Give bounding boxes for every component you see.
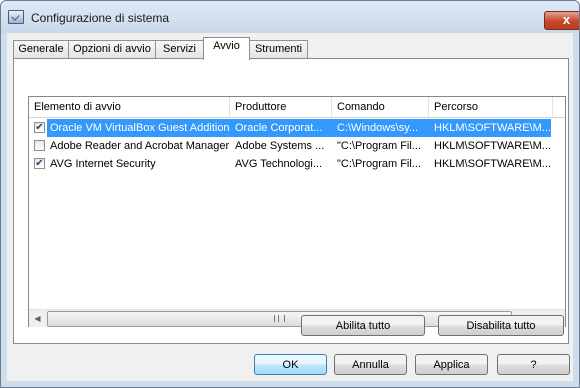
row-checkbox[interactable]: ✔ bbox=[34, 158, 45, 169]
tab-avvio[interactable]: Avvio bbox=[203, 37, 250, 60]
location-cell: HKLM\SOFTWARE\M... bbox=[434, 140, 551, 152]
dialog-client-area: Generale Opzioni di avvio Servizi Avvio … bbox=[7, 33, 573, 381]
location-cell: HKLM\SOFTWARE\M... bbox=[434, 158, 551, 170]
tab-strumenti[interactable]: Strumenti bbox=[249, 40, 308, 59]
disable-all-button[interactable]: Disabilita tutto bbox=[438, 315, 564, 336]
startup-item-name: Adobe Reader and Acrobat Manager bbox=[50, 140, 230, 152]
row-checkbox[interactable] bbox=[34, 140, 45, 151]
tab-servizi[interactable]: Servizi bbox=[155, 40, 204, 59]
command-cell: "C:\Program Fil... bbox=[337, 140, 421, 152]
close-button[interactable]: x bbox=[544, 11, 579, 30]
command-cell: "C:\Program Fil... bbox=[337, 158, 421, 170]
apply-button[interactable]: Applica bbox=[415, 354, 488, 375]
window-title: Configurazione di sistema bbox=[31, 11, 170, 25]
startup-tab-panel: Elemento di avvio Produttore Comando Per… bbox=[13, 58, 569, 344]
startup-item-name: Oracle VM VirtualBox Guest Additions bbox=[47, 119, 230, 137]
table-row[interactable]: Adobe Reader and Acrobat Manager Adobe S… bbox=[29, 137, 553, 155]
scroll-left-icon[interactable]: ◀ bbox=[29, 310, 46, 327]
command-cell: C:\Windows\sy... bbox=[332, 119, 429, 137]
help-button[interactable]: ? bbox=[497, 354, 570, 375]
column-header-manufacturer[interactable]: Produttore bbox=[230, 97, 332, 117]
ok-button[interactable]: OK bbox=[254, 354, 327, 375]
column-header-command[interactable]: Comando bbox=[332, 97, 429, 117]
startup-items-list[interactable]: Elemento di avvio Produttore Comando Per… bbox=[28, 96, 566, 327]
tab-opzioni-di-avvio[interactable]: Opzioni di avvio bbox=[68, 40, 156, 59]
enable-all-button[interactable]: Abilita tutto bbox=[301, 315, 425, 336]
startup-item-name: AVG Internet Security bbox=[50, 158, 156, 170]
title-bar[interactable]: Configurazione di sistema x bbox=[1, 1, 579, 33]
location-cell: HKLM\SOFTWARE\M... bbox=[429, 119, 551, 137]
cancel-button[interactable]: Annulla bbox=[334, 354, 407, 375]
msconfig-app-icon bbox=[8, 10, 24, 24]
table-row[interactable]: ✔ AVG Internet Security AVG Technologi..… bbox=[29, 155, 553, 173]
grip-icon bbox=[274, 315, 285, 322]
column-header-location[interactable]: Percorso bbox=[429, 97, 553, 117]
table-row[interactable]: ✔ Oracle VM VirtualBox Guest Additions O… bbox=[29, 119, 553, 137]
column-header-startup-item[interactable]: Elemento di avvio bbox=[29, 97, 230, 117]
manufacturer-cell: Adobe Systems ... bbox=[235, 140, 325, 152]
list-header: Elemento di avvio Produttore Comando Per… bbox=[29, 97, 565, 118]
manufacturer-cell: AVG Technologi... bbox=[235, 158, 323, 170]
manufacturer-cell: Oracle Corporat... bbox=[230, 119, 332, 137]
row-checkbox[interactable]: ✔ bbox=[34, 122, 45, 133]
tab-generale[interactable]: Generale bbox=[13, 40, 69, 59]
system-configuration-window: Configurazione di sistema x Generale Opz… bbox=[0, 0, 580, 388]
